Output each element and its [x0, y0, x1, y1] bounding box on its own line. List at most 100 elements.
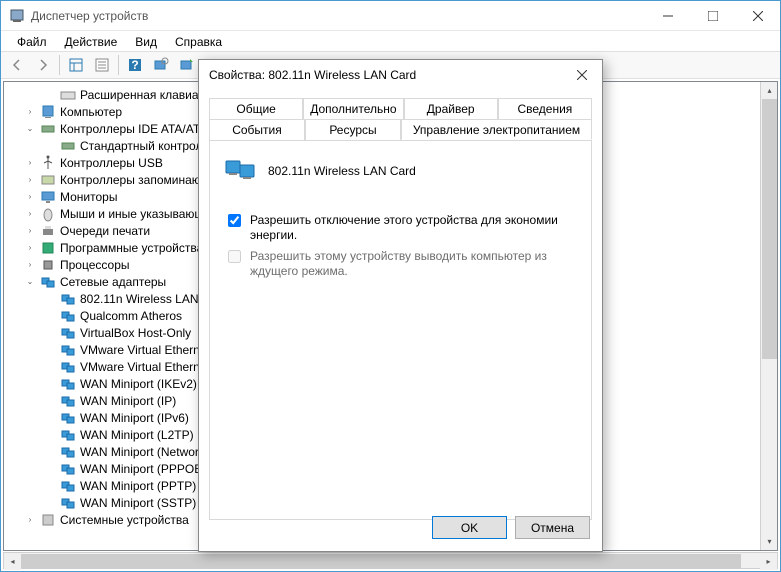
- minimize-button[interactable]: [645, 1, 690, 31]
- tree-label[interactable]: WAN Miniport (L2TP): [80, 428, 194, 442]
- menu-view[interactable]: Вид: [127, 33, 165, 49]
- tree-toggle-spacer: [44, 344, 56, 356]
- tree-label[interactable]: WAN Miniport (PPTP): [80, 479, 196, 493]
- tree-label[interactable]: Системные устройства: [60, 513, 189, 527]
- tree-toggle-spacer: [44, 293, 56, 305]
- net-icon: [60, 342, 76, 358]
- back-button[interactable]: [5, 54, 29, 76]
- tree-toggle-icon[interactable]: ⌄: [24, 123, 36, 135]
- tree-toggle-icon[interactable]: ›: [24, 225, 36, 237]
- menu-action[interactable]: Действие: [57, 33, 126, 49]
- net-icon: [60, 359, 76, 375]
- scroll-left-button[interactable]: ◂: [4, 553, 21, 570]
- allow-power-off-checkbox[interactable]: [228, 214, 241, 227]
- tab-details[interactable]: Сведения: [498, 98, 592, 119]
- tree-toggle-icon[interactable]: ›: [24, 259, 36, 271]
- cancel-button[interactable]: Отмена: [515, 516, 590, 539]
- tab-power-management[interactable]: Управление электропитанием: [401, 119, 592, 140]
- tree-label[interactable]: Сетевые адаптеры: [60, 275, 166, 289]
- device-header: 802.11n Wireless LAN Card: [224, 155, 577, 187]
- tree-label[interactable]: Компьютер: [60, 105, 122, 119]
- tab-resources[interactable]: Ресурсы: [305, 119, 401, 140]
- app-icon: [9, 8, 25, 24]
- properties-toolbar-button[interactable]: [90, 54, 114, 76]
- tree-toggle-spacer: [44, 395, 56, 407]
- menu-file[interactable]: Файл: [9, 33, 55, 49]
- tree-label[interactable]: Процессоры: [60, 258, 130, 272]
- tab-strip: Общие Дополнительно Драйвер Сведения Соб…: [209, 98, 592, 140]
- net-icon: [40, 274, 56, 290]
- tree-toggle-spacer: [44, 480, 56, 492]
- scroll-thumb-v[interactable]: [762, 99, 777, 359]
- tree-toggle-icon[interactable]: ›: [24, 208, 36, 220]
- close-button[interactable]: [735, 1, 780, 31]
- tab-advanced[interactable]: Дополнительно: [303, 98, 403, 119]
- tree-label[interactable]: VirtualBox Host-Only: [80, 326, 191, 340]
- tree-toggle-icon[interactable]: ›: [24, 514, 36, 526]
- software-icon: [40, 240, 56, 256]
- net-icon: [60, 444, 76, 460]
- usb-icon: [40, 155, 56, 171]
- tree-toggle-icon[interactable]: ›: [24, 106, 36, 118]
- scan-hardware-button[interactable]: [149, 54, 173, 76]
- tree-label[interactable]: Мониторы: [60, 190, 117, 204]
- pc-icon: [40, 104, 56, 120]
- tree-label[interactable]: WAN Miniport (IKEv2): [80, 377, 197, 391]
- tree-label[interactable]: WAN Miniport (SSTP): [80, 496, 196, 510]
- dialog-buttons: OK Отмена: [432, 516, 590, 539]
- svg-text:?: ?: [131, 58, 138, 72]
- tree-toggle-icon[interactable]: ›: [24, 191, 36, 203]
- tree-label[interactable]: Очереди печати: [60, 224, 150, 238]
- tree-toggle-icon[interactable]: ⌄: [24, 276, 36, 288]
- tree-toggle-spacer: [44, 327, 56, 339]
- tree-label[interactable]: WAN Miniport (IP): [80, 394, 176, 408]
- tree-label[interactable]: Контроллеры IDE ATA/ATAPI: [60, 122, 219, 136]
- net-icon: [60, 393, 76, 409]
- dialog-body: Общие Дополнительно Драйвер Сведения Соб…: [199, 90, 602, 528]
- tab-general[interactable]: Общие: [209, 98, 303, 119]
- tree-toggle-spacer: [44, 412, 56, 424]
- net-icon: [60, 461, 76, 477]
- scroll-thumb-h[interactable]: [21, 554, 741, 569]
- net-icon: [60, 410, 76, 426]
- menu-help[interactable]: Справка: [167, 33, 230, 49]
- allow-power-off-label[interactable]: Разрешить отключение этого устройства дл…: [250, 213, 577, 243]
- allow-wake-checkbox: [228, 250, 241, 263]
- tree-toggle-icon[interactable]: ›: [24, 157, 36, 169]
- dialog-titlebar[interactable]: Свойства: 802.11n Wireless LAN Card: [199, 60, 602, 90]
- horizontal-scrollbar[interactable]: ◂ ▸: [3, 552, 778, 569]
- maximize-button[interactable]: [690, 1, 735, 31]
- window-title: Диспетчер устройств: [31, 9, 645, 23]
- tree-label[interactable]: WAN Miniport (IPv6): [80, 411, 189, 425]
- tree-toggle-spacer: [44, 378, 56, 390]
- tree-label[interactable]: VMware Virtual Ethernet: [80, 343, 210, 357]
- scroll-right-button[interactable]: ▸: [760, 553, 777, 570]
- vertical-scrollbar[interactable]: ▴ ▾: [760, 82, 777, 550]
- menubar: Файл Действие Вид Справка: [1, 31, 780, 51]
- tree-label[interactable]: WAN Miniport (PPPOE): [80, 462, 206, 476]
- tree-toggle-spacer: [44, 463, 56, 475]
- scroll-up-button[interactable]: ▴: [761, 82, 778, 99]
- update-driver-button[interactable]: [175, 54, 199, 76]
- tab-driver[interactable]: Драйвер: [404, 98, 498, 119]
- dialog-close-button[interactable]: [562, 61, 602, 89]
- titlebar[interactable]: Диспетчер устройств: [1, 1, 780, 31]
- tree-label[interactable]: Контроллеры USB: [60, 156, 163, 170]
- tree-label[interactable]: VMware Virtual Ethernet: [80, 360, 210, 374]
- net-icon: [60, 376, 76, 392]
- cpu-icon: [40, 257, 56, 273]
- show-hide-tree-button[interactable]: [64, 54, 88, 76]
- help-button[interactable]: ?: [123, 54, 147, 76]
- ok-button[interactable]: OK: [432, 516, 507, 539]
- tree-label[interactable]: Qualcomm Atheros: [80, 309, 182, 323]
- tree-label[interactable]: Программные устройства: [60, 241, 203, 255]
- tab-events[interactable]: События: [209, 119, 305, 140]
- device-name-label: 802.11n Wireless LAN Card: [268, 164, 416, 178]
- net-icon: [60, 478, 76, 494]
- tree-toggle-icon[interactable]: ›: [24, 174, 36, 186]
- scroll-down-button[interactable]: ▾: [761, 533, 778, 550]
- tree-toggle-icon[interactable]: ›: [24, 242, 36, 254]
- power-management-panel: 802.11n Wireless LAN Card Разрешить откл…: [209, 140, 592, 520]
- forward-button[interactable]: [31, 54, 55, 76]
- net-icon: [60, 291, 76, 307]
